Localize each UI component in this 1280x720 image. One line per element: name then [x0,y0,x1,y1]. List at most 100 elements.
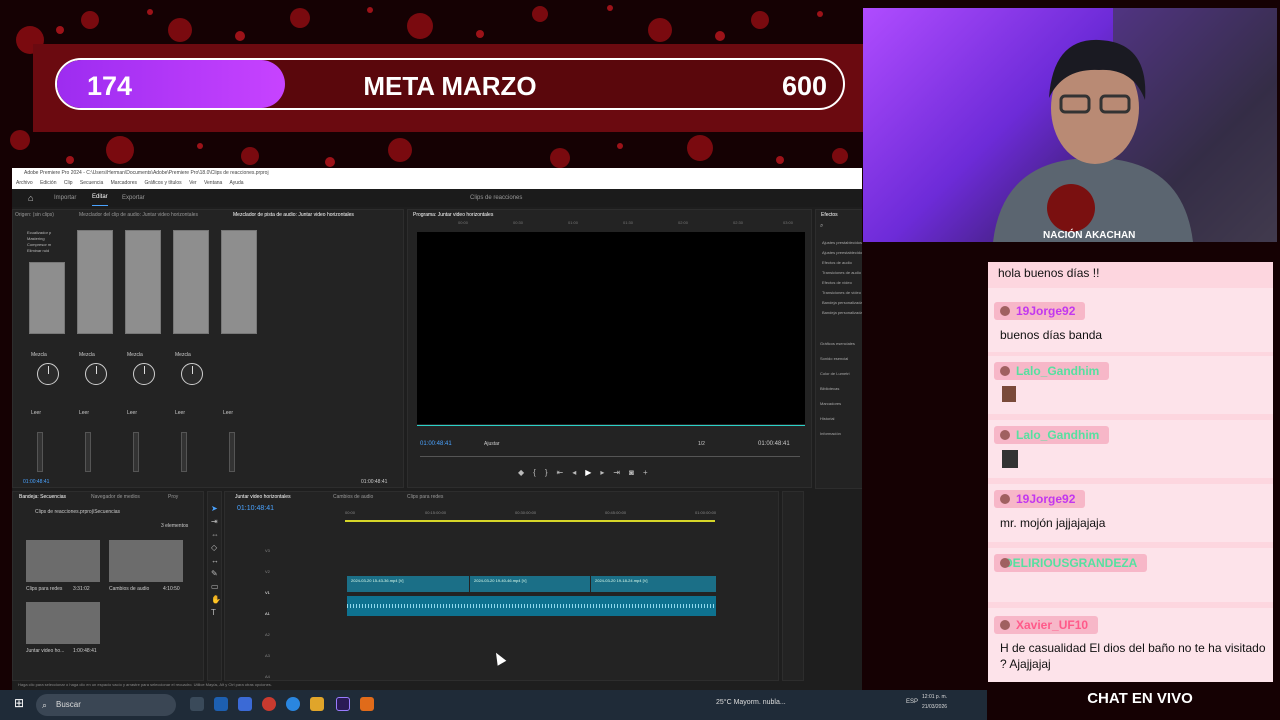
pan-knob-2[interactable] [85,363,107,385]
menu-ver[interactable]: Ver [189,180,197,186]
hand-icon[interactable]: ✋ [211,593,221,606]
mixer-fader-5[interactable] [221,230,257,334]
menu-archivo[interactable]: Archivo [16,180,33,186]
track-select-icon[interactable]: ⇥ [211,515,221,528]
menu-ventana[interactable]: Ventana [204,180,222,186]
sequence-thumbnail-1[interactable] [26,540,100,582]
audio-clip-track[interactable] [347,596,716,616]
tab-navegador[interactable]: Navegador de medios [91,492,140,502]
read-label-5[interactable]: Leer [223,410,233,416]
video-clip-3[interactable]: 2024-03-20 19-18-24.mp4 [V] [591,576,716,592]
sequence-thumbnail-3[interactable] [26,602,100,644]
timeline-ruler[interactable]: 00:00 00:15:00:00 00:30:00:00 00:45:00:0… [345,510,755,524]
clock-time[interactable]: 12:01 p. m. [922,694,947,700]
section-historial[interactable]: Historial [820,411,855,426]
tab-editar[interactable]: Editar [92,189,108,206]
go-to-out-icon[interactable]: ⇥ [613,468,629,477]
tab-program[interactable]: Programa: Juntar video horizontales [413,210,493,220]
menu-clip[interactable]: Clip [64,180,73,186]
pan-knob-3[interactable] [133,363,155,385]
volume-slider-1[interactable] [37,432,43,472]
chat-username[interactable]: DELIRIOUSGRANDEZA [994,554,1148,572]
track-a1[interactable]: A1 [265,603,270,624]
in-point-icon[interactable]: { [533,468,545,477]
track-v3[interactable]: V3 [265,540,270,561]
track-v2[interactable]: V2 [265,561,270,582]
effects-folder[interactable]: Efectos de audio [822,258,862,268]
effects-folder[interactable]: Transiciones de vídeo [822,288,862,298]
effects-folder[interactable]: Transiciones de audio [822,268,862,278]
track-a3[interactable]: A3 [265,645,270,666]
tab-bandeja[interactable]: Bandeja: Secuencias [19,492,66,502]
track-v1[interactable]: V1 [265,582,270,603]
timeline-timecode[interactable]: 01:10:48:41 [237,505,274,512]
effects-folder[interactable]: Bandeja personalizada 01 [822,298,862,308]
file-explorer-icon[interactable] [310,697,324,711]
out-point-icon[interactable]: } [545,468,557,477]
menu-graficos[interactable]: Gráficos y títulos [144,180,181,186]
tab-clip-mixer[interactable]: Mezclador del clip de audio: Juntar vide… [79,210,198,220]
read-label-4[interactable]: Leer [175,410,185,416]
video-clip-2[interactable]: 2024-03-20 19-40-46.mp4 [V] [470,576,590,592]
fit-dropdown[interactable]: Ajustar [484,441,500,447]
add-icon[interactable]: + [643,468,657,477]
app-icon[interactable] [238,697,252,711]
effects-folder[interactable]: Ajustes prestablecidos [822,238,862,248]
read-label-3[interactable]: Leer [127,410,137,416]
camera-icon[interactable]: ◙ [629,468,643,477]
program-timecode[interactable]: 01:00:48:41 [420,441,452,447]
selection-tool-icon[interactable]: ➤ [211,502,221,515]
photoshop-icon[interactable] [214,697,228,711]
type-icon[interactable]: T [211,606,221,619]
weather-text[interactable]: 25°C Mayorm. nubla... [716,699,786,706]
language-indicator[interactable]: ESP [906,699,918,705]
work-area-bar[interactable] [345,520,715,522]
razor-icon[interactable]: ◇ [211,541,221,554]
rectangle-icon[interactable]: ▭ [211,580,221,593]
section-informacion[interactable]: Información [820,426,855,441]
section-marcadores[interactable]: Marcadores [820,396,855,411]
section-sonido[interactable]: Sonido esencial [820,351,855,366]
tab-source[interactable]: Origen: (sin clips) [15,210,54,220]
edge-icon[interactable] [286,697,300,711]
effects-folder[interactable]: Bandeja personalizada 02 [822,308,862,318]
tab-effects[interactable]: Efectos [821,210,838,220]
tab-timeline-2[interactable]: Cambios de audio [333,492,373,502]
tab-timeline-1[interactable]: Juntar video horizontales [235,492,291,502]
chat-username[interactable]: Xavier_UF10 [994,616,1099,634]
chat-username[interactable]: 19Jorge92 [994,490,1086,508]
clock-date[interactable]: 21/03/2026 [922,704,947,710]
program-scrubber[interactable] [420,456,800,457]
effect-slot-4[interactable]: Eliminar ruid [27,248,67,254]
tab-proyecto[interactable]: Proy [168,492,178,502]
mixer-fader-2[interactable] [77,230,113,334]
chat-username[interactable]: Lalo_Gandhim [994,426,1110,444]
menu-ayuda[interactable]: Ayuda [229,180,243,186]
tab-track-mixer[interactable]: Mezclador de pista de audio: Juntar vide… [233,210,354,220]
slip-icon[interactable]: ↔ [211,554,221,567]
pan-knob-4[interactable] [181,363,203,385]
volume-slider-2[interactable] [85,432,91,472]
tab-timeline-3[interactable]: Clips para redes [407,492,443,502]
track-a2[interactable]: A2 [265,624,270,645]
effects-folder[interactable]: Ajustes preestablecidos de Lumetri [822,248,862,258]
volume-slider-5[interactable] [229,432,235,472]
menu-secuencia[interactable]: Secuencia [80,180,103,186]
ripple-edit-icon[interactable]: ⇔ [211,528,221,541]
read-label-2[interactable]: Leer [79,410,89,416]
chrome-icon[interactable] [262,697,276,711]
taskbar-search[interactable]: ⌕ Buscar [36,694,176,716]
task-view-icon[interactable] [190,697,204,711]
mixer-fader-3[interactable] [125,230,161,334]
mixer-fader-4[interactable] [173,230,209,334]
tab-exportar[interactable]: Exportar [122,189,145,207]
sequence-name-2[interactable]: Cambios de audio [109,586,149,592]
section-lumetri[interactable]: Color de Lumetri [820,366,855,381]
pan-knob-1[interactable] [37,363,59,385]
chat-username[interactable]: Lalo_Gandhim [994,362,1110,380]
video-clip-1[interactable]: 2024-03-20 15-43-36.mp4 [V] [347,576,469,592]
sequence-name-1[interactable]: Clips para redes [26,586,62,592]
tab-importar[interactable]: Importar [54,189,76,207]
windows-start-icon[interactable]: ⊞ [14,696,24,710]
section-graficos[interactable]: Gráficos esenciales [820,336,855,351]
